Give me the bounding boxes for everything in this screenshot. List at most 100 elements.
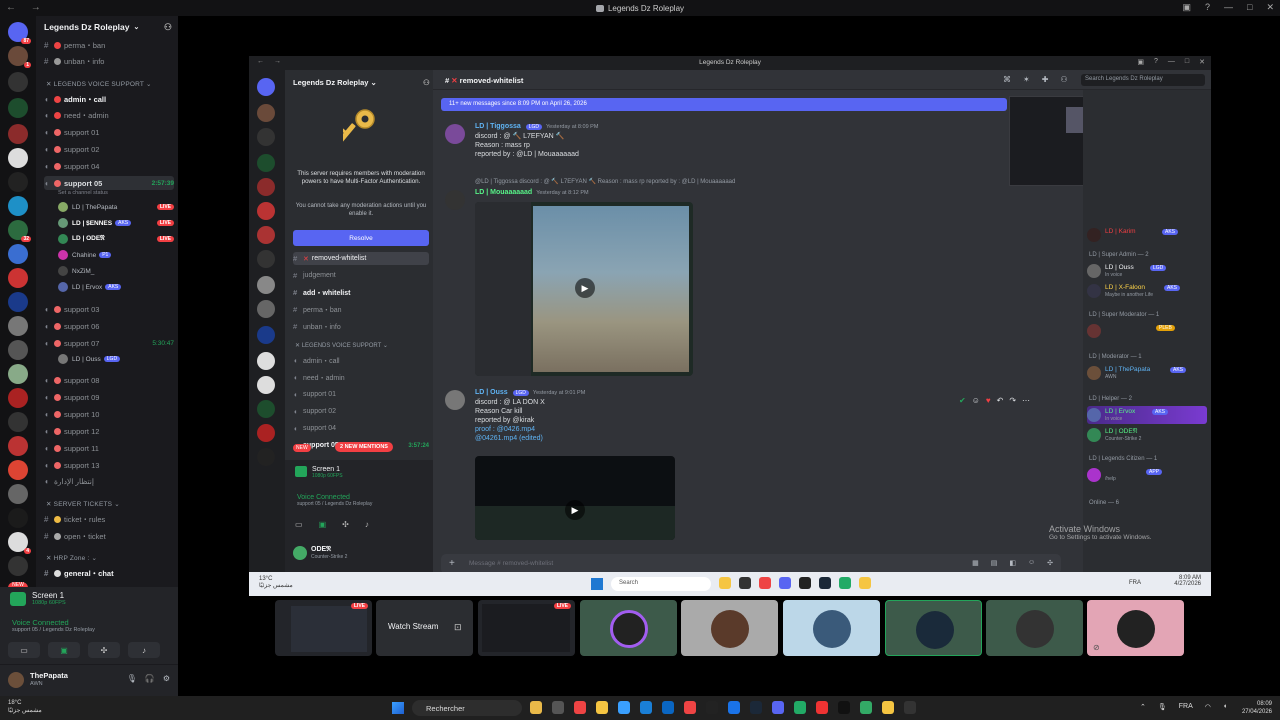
server-icon[interactable] xyxy=(8,72,28,92)
participant-tile[interactable]: ⊘ xyxy=(1087,600,1184,656)
mic-icon[interactable]: 🎙 xyxy=(1158,703,1167,711)
activities-button[interactable]: ✣ xyxy=(88,642,120,658)
minimize-button[interactable]: — xyxy=(1224,2,1233,13)
server-icon[interactable] xyxy=(8,172,28,192)
server-icon[interactable] xyxy=(8,268,28,288)
server-icon[interactable] xyxy=(8,316,28,336)
screen-share-button[interactable]: ▣ xyxy=(48,642,80,658)
app-icon[interactable] xyxy=(706,701,718,714)
voice-channel[interactable]: ◖ support 04 xyxy=(44,159,174,173)
volume-icon[interactable]: ◖ xyxy=(1223,703,1227,711)
server-icon[interactable] xyxy=(8,292,28,312)
voice-channel[interactable]: ◖ support 13 xyxy=(44,458,174,472)
headphones-icon[interactable]: 🎧 xyxy=(145,674,155,683)
edge-icon[interactable] xyxy=(640,701,652,714)
voice-channel[interactable]: ◖ support 03 xyxy=(44,302,174,316)
server-icon[interactable] xyxy=(8,460,28,480)
channel-item[interactable]: # perma・ban xyxy=(44,38,174,52)
server-icon[interactable] xyxy=(8,340,28,360)
server-icon[interactable] xyxy=(8,148,28,168)
weather-widget[interactable]: 18°C مشمس جزئيًا xyxy=(8,699,42,715)
mic-icon[interactable]: 🎙 xyxy=(127,674,137,683)
channel-item[interactable]: # ticket・rules xyxy=(44,512,174,526)
voice-channel-path[interactable]: support 05 / Legends Dz Roleplay xyxy=(12,627,95,633)
voice-user[interactable]: NxZiM_ xyxy=(58,264,174,278)
voice-channel[interactable]: ◖ support 10 xyxy=(44,407,174,421)
app-icon[interactable] xyxy=(618,701,630,714)
chevron-up-icon[interactable]: ⌃ xyxy=(1140,703,1146,711)
voice-user[interactable]: LD | Ouss LGD xyxy=(58,352,174,366)
voice-channel[interactable]: ◖ support 11 xyxy=(44,441,174,455)
app-icon[interactable] xyxy=(816,701,828,714)
voice-channel[interactable]: ◖ support 02 xyxy=(44,142,174,156)
add-user-icon[interactable]: ⚇ xyxy=(164,22,172,33)
user-name[interactable]: ThePapata xyxy=(30,671,68,680)
taskbar-search[interactable]: Rechercher xyxy=(412,700,522,716)
steam-icon[interactable] xyxy=(750,701,762,714)
voice-channel[interactable]: ◖ support 01 xyxy=(44,125,174,139)
server-icon[interactable] xyxy=(8,124,28,144)
app-icon[interactable] xyxy=(574,701,586,714)
voice-user[interactable]: LD | $ENNES AKS LIVE xyxy=(58,216,174,230)
server-icon[interactable] xyxy=(8,244,28,264)
chrome-icon[interactable] xyxy=(728,701,740,714)
channel-item[interactable]: # open・ticket xyxy=(44,529,174,543)
taskbar-clock[interactable]: 08:09 27/04/2026 xyxy=(1242,700,1272,716)
maximize-button[interactable]: □ xyxy=(1247,2,1252,13)
server-header[interactable]: Legends Dz Roleplay ⌄ ⚇ xyxy=(36,16,178,38)
server-icon[interactable] xyxy=(8,196,28,216)
server-icon[interactable] xyxy=(8,98,28,118)
popout-icon[interactable]: ⊡ xyxy=(454,622,462,633)
category-legends-voice-support[interactable]: ✕ LEGENDS VOICE SUPPORT ⌄ xyxy=(46,80,152,88)
participant-tile[interactable] xyxy=(580,600,677,656)
widget-icon[interactable] xyxy=(530,701,542,714)
voice-channel[interactable]: ◖ need・admin xyxy=(44,108,174,122)
category-hrp-zone[interactable]: ✕ HRP Zone : ⌄ xyxy=(46,554,97,562)
tiktok-icon[interactable] xyxy=(838,701,850,714)
server-icon[interactable] xyxy=(8,484,28,504)
app-icon[interactable] xyxy=(860,701,872,714)
gear-icon[interactable]: ⚙ xyxy=(163,674,170,683)
app-icon[interactable] xyxy=(904,701,916,714)
stream-tile[interactable]: LIVE xyxy=(478,600,575,656)
voice-channel[interactable]: ◖ support 12 xyxy=(44,424,174,438)
wifi-icon[interactable]: ◠ xyxy=(1205,703,1211,711)
watch-stream-tile[interactable]: Watch Stream ⊡ xyxy=(376,600,473,656)
voice-user[interactable]: Chahine P1 xyxy=(58,248,174,262)
explorer-icon[interactable] xyxy=(596,701,608,714)
help-icon[interactable]: ? xyxy=(1205,2,1210,13)
app-icon[interactable] xyxy=(882,701,894,714)
avatar[interactable] xyxy=(8,672,24,688)
voice-channel[interactable]: ◖ support 07 5:30:47 xyxy=(44,336,174,350)
voice-user[interactable]: LD | ThePapata LIVE xyxy=(58,200,174,214)
mail-icon[interactable] xyxy=(662,701,674,714)
channel-item[interactable]: # unban・info xyxy=(44,54,174,68)
channel-item[interactable]: # general・chat xyxy=(44,566,174,580)
voice-channel[interactable]: ◖ support 08 xyxy=(44,373,174,387)
voice-channel-active[interactable]: ◖ support 05 2:57:39 xyxy=(44,176,174,190)
participant-tile-speaking[interactable] xyxy=(885,600,982,656)
soundboard-button[interactable]: ♪ xyxy=(128,642,160,658)
voice-channel[interactable]: ◖ support 06 xyxy=(44,319,174,333)
app-icon[interactable] xyxy=(684,701,696,714)
server-icon[interactable]: 32 xyxy=(8,220,31,242)
discord-icon[interactable] xyxy=(772,701,784,714)
language-indicator[interactable]: FRA xyxy=(1179,703,1193,711)
participant-tile[interactable] xyxy=(986,600,1083,656)
app-icon[interactable] xyxy=(794,701,806,714)
task-view-icon[interactable] xyxy=(552,701,564,714)
dm-home-icon[interactable]: 87 xyxy=(8,22,31,44)
voice-user[interactable]: LD | Ervox AKS xyxy=(58,280,174,294)
server-icon[interactable] xyxy=(8,412,28,432)
voice-channel[interactable]: ◖ support 09 xyxy=(44,390,174,404)
server-icon[interactable] xyxy=(8,508,28,528)
voice-channel[interactable]: ◖ admin・call xyxy=(44,92,174,106)
server-icon[interactable] xyxy=(8,436,28,456)
stream-tile[interactable]: LIVE xyxy=(275,600,372,656)
category-server-tickets[interactable]: ✕ SERVER TICKETS ⌄ xyxy=(46,500,120,508)
participant-tile[interactable] xyxy=(681,600,778,656)
channel-status[interactable]: Set a channel status xyxy=(58,190,108,196)
voice-channel[interactable]: ◖ إنتظار الإدارة xyxy=(44,474,174,488)
camera-button[interactable]: ▭ xyxy=(8,642,40,658)
server-icon[interactable]: 1 xyxy=(8,46,31,68)
